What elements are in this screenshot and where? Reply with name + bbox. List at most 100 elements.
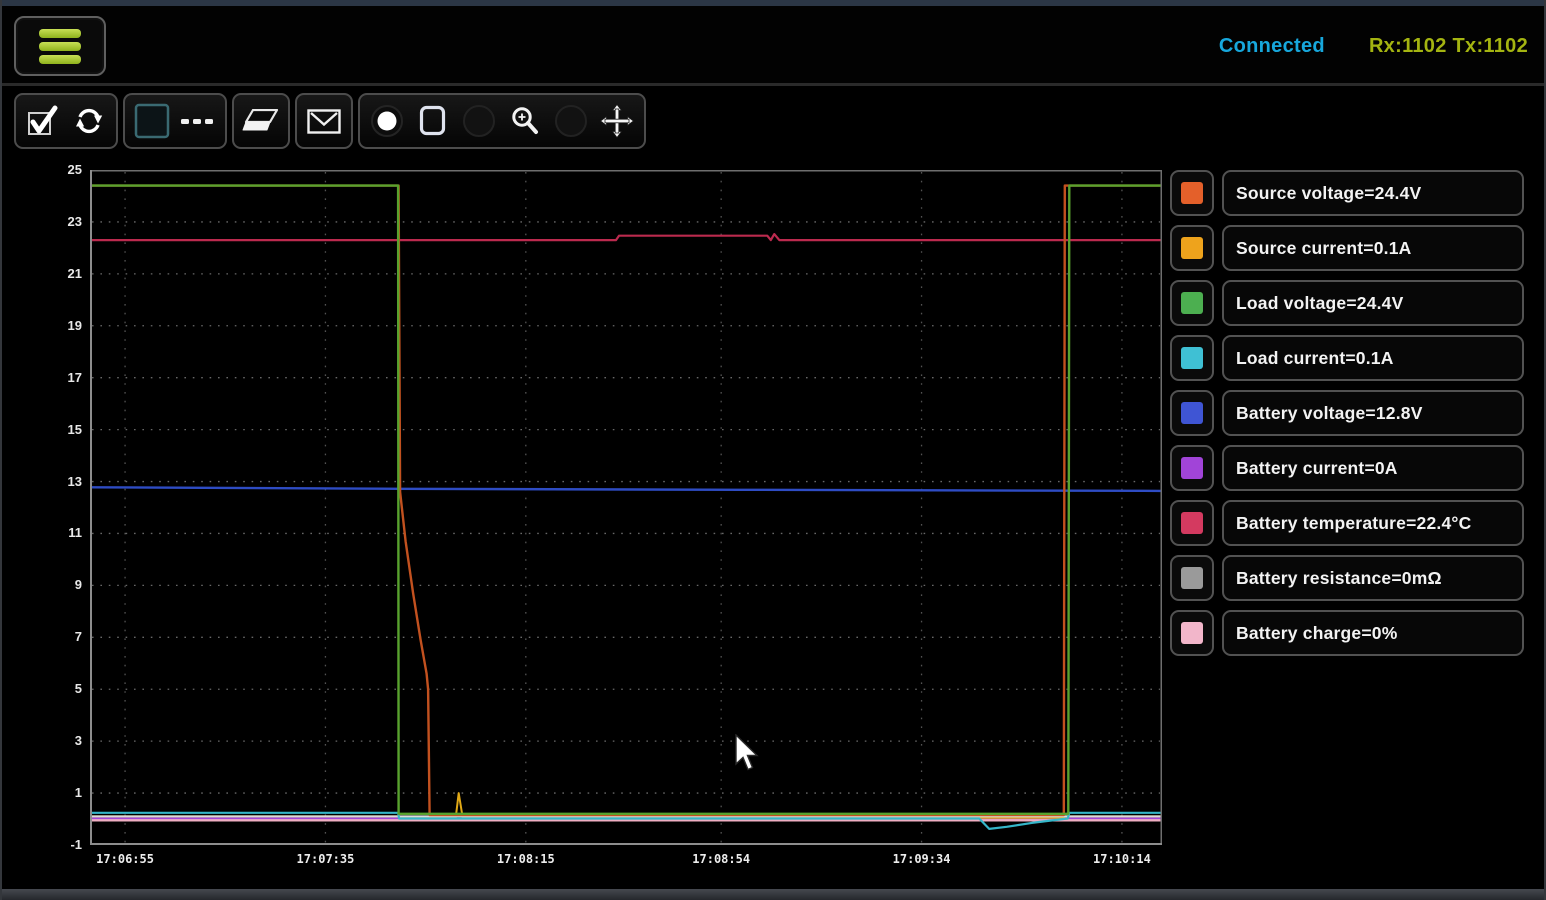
legend-label-4[interactable]: Battery voltage=12.8V (1222, 390, 1524, 436)
dashes-button[interactable] (175, 96, 221, 146)
legend-row: Battery resistance=0mΩ (1170, 555, 1524, 601)
y-tick-label: 15 (2, 422, 82, 437)
legend-swatch-8[interactable] (1170, 610, 1214, 656)
legend-swatch-7[interactable] (1170, 555, 1214, 601)
toolbar-group (14, 93, 118, 149)
legend-swatch-1[interactable] (1170, 225, 1214, 271)
checkbox-icon (134, 103, 170, 139)
y-tick-label: 25 (2, 162, 82, 177)
toolbar-group (232, 93, 290, 149)
toolbar-group (358, 93, 646, 149)
series-color-swatch (1181, 292, 1203, 314)
status-area: Connected Rx:1102 Tx:1102 (1219, 6, 1528, 86)
x-tick-label: 17:06:55 (96, 852, 154, 866)
legend-swatch-5[interactable] (1170, 445, 1214, 491)
eraser-icon (242, 109, 280, 133)
y-tick-label: 9 (2, 577, 82, 592)
y-tick-label: 19 (2, 318, 82, 333)
toolbar-group (295, 93, 353, 149)
top-bar: Connected Rx:1102 Tx:1102 (2, 6, 1544, 86)
legend-swatch-6[interactable] (1170, 500, 1214, 546)
series-color-swatch (1181, 402, 1203, 424)
select-mode-button[interactable] (410, 96, 456, 146)
y-tick-label: -1 (2, 837, 82, 852)
envelope-button[interactable] (301, 96, 347, 146)
connection-status: Connected (1219, 35, 1325, 58)
legend-row: Battery current=0A (1170, 445, 1524, 491)
series-color-swatch (1181, 622, 1203, 644)
legend-text: Battery voltage=12.8V (1236, 403, 1423, 424)
mode-radio-select[interactable] (364, 96, 410, 146)
legend-swatch-2[interactable] (1170, 280, 1214, 326)
series-line (90, 186, 1162, 816)
legend-label-1[interactable]: Source current=0.1A (1222, 225, 1524, 271)
legend-swatch-4[interactable] (1170, 390, 1214, 436)
legend-row: Source voltage=24.4V (1170, 170, 1524, 216)
radio-off-icon (462, 104, 496, 138)
legend-label-6[interactable]: Battery temperature=22.4°C (1222, 500, 1524, 546)
legend-row: Source current=0.1A (1170, 225, 1524, 271)
series-color-swatch (1181, 347, 1203, 369)
eraser-button[interactable] (238, 96, 284, 146)
legend-text: Load voltage=24.4V (1236, 293, 1403, 314)
zoom-mode-button[interactable] (502, 96, 548, 146)
chart-plot[interactable] (90, 170, 1162, 845)
legend-label-5[interactable]: Battery current=0A (1222, 445, 1524, 491)
dashed-line-icon (181, 108, 215, 134)
pan-icon (600, 104, 634, 138)
y-tick-label: 5 (2, 681, 82, 696)
legend-text: Load current=0.1A (1236, 348, 1394, 369)
chart-canvas[interactable] (90, 170, 1162, 845)
x-tick-label: 17:09:34 (893, 852, 951, 866)
legend-label-7[interactable]: Battery resistance=0mΩ (1222, 555, 1524, 601)
series-color-swatch (1181, 512, 1203, 534)
legend-label-3[interactable]: Load current=0.1A (1222, 335, 1524, 381)
series-color-swatch (1181, 237, 1203, 259)
series-line (90, 234, 1162, 240)
check-button[interactable] (20, 96, 66, 146)
y-tick-label: 7 (2, 629, 82, 644)
legend-text: Battery current=0A (1236, 458, 1398, 479)
legend-text: Battery resistance=0mΩ (1236, 568, 1442, 589)
x-tick-label: 17:10:14 (1093, 852, 1151, 866)
legend-row: Load voltage=24.4V (1170, 280, 1524, 326)
refresh-icon (74, 106, 104, 136)
legend-text: Battery temperature=22.4°C (1236, 513, 1471, 534)
refresh-button[interactable] (66, 96, 112, 146)
series-color-swatch (1181, 182, 1203, 204)
check-icon (26, 105, 60, 137)
y-tick-label: 11 (2, 525, 82, 540)
x-tick-label: 17:08:54 (692, 852, 750, 866)
pan-mode-button[interactable] (594, 96, 640, 146)
legend-text: Source current=0.1A (1236, 238, 1411, 259)
toolbar-group (123, 93, 227, 149)
legend-panel: Source voltage=24.4V Source current=0.1A L… (1170, 170, 1524, 656)
legend-text: Source voltage=24.4V (1236, 183, 1421, 204)
envelope-icon (307, 108, 341, 135)
rect-select-icon (418, 105, 448, 137)
legend-row: Load current=0.1A (1170, 335, 1524, 381)
x-tick-label: 17:07:35 (297, 852, 355, 866)
x-tick-label: 17:08:15 (497, 852, 555, 866)
radio-off-icon (554, 104, 588, 138)
legend-label-2[interactable]: Load voltage=24.4V (1222, 280, 1524, 326)
legend-swatch-3[interactable] (1170, 335, 1214, 381)
y-tick-label: 23 (2, 214, 82, 229)
y-tick-label: 1 (2, 785, 82, 800)
radio-on-icon (370, 104, 404, 138)
mode-radio-pan[interactable] (548, 96, 594, 146)
legend-label-0[interactable]: Source voltage=24.4V (1222, 170, 1524, 216)
series-color-swatch (1181, 457, 1203, 479)
legend-row: Battery charge=0% (1170, 610, 1524, 656)
mode-radio-zoom[interactable] (456, 96, 502, 146)
y-tick-label: 3 (2, 733, 82, 748)
y-tick-label: 13 (2, 474, 82, 489)
checkbox-toggle[interactable] (129, 96, 175, 146)
legend-swatch-0[interactable] (1170, 170, 1214, 216)
series-line (90, 186, 1162, 814)
menu-button[interactable] (14, 16, 106, 76)
y-tick-label: 21 (2, 266, 82, 281)
series-color-swatch (1181, 567, 1203, 589)
legend-label-8[interactable]: Battery charge=0% (1222, 610, 1524, 656)
y-tick-label: 17 (2, 370, 82, 385)
